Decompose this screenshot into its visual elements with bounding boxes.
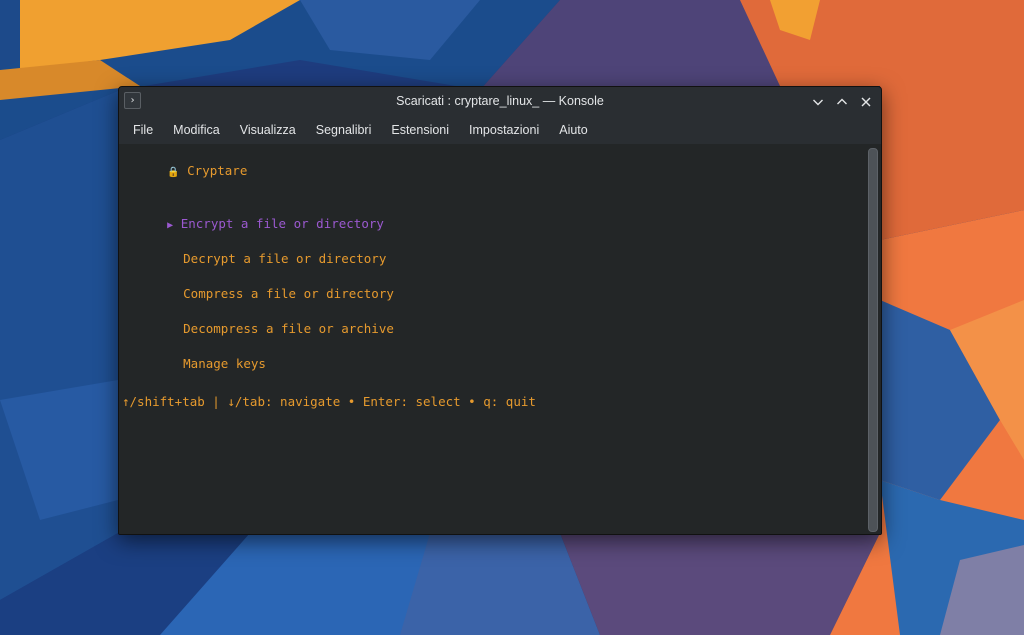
menu-aiuto[interactable]: Aiuto <box>549 116 598 144</box>
konsole-app-icon[interactable]: › <box>124 92 141 109</box>
scrollbar-thumb[interactable] <box>868 148 878 532</box>
maximize-button[interactable] <box>831 91 853 113</box>
menu-impostazioni[interactable]: Impostazioni <box>459 116 549 144</box>
menu-modifica[interactable]: Modifica <box>163 116 230 144</box>
menu-segnalibri[interactable]: Segnalibri <box>306 116 382 144</box>
window-title: Scaricati : cryptare_linux_ — Konsole <box>396 94 604 108</box>
option-label: Compress a file or directory <box>183 286 394 301</box>
menu-option-manage-keys[interactable]: Manage keys <box>138 341 266 386</box>
help-text: ↑/shift+tab | ↓/tab: navigate • Enter: s… <box>122 394 536 409</box>
menu-bar: File Modifica Visualizza Segnalibri Este… <box>119 116 881 144</box>
option-label: Decompress a file or archive <box>183 321 394 336</box>
option-label: Encrypt a file or directory <box>180 216 384 231</box>
title-bar[interactable]: › Scaricati : cryptare_linux_ — Konsole <box>119 87 881 116</box>
option-label: Decrypt a file or directory <box>183 251 387 266</box>
menu-visualizza[interactable]: Visualizza <box>230 116 306 144</box>
app-header: 🔒 Cryptare <box>122 148 247 193</box>
konsole-window: › Scaricati : cryptare_linux_ — Konsole … <box>118 86 882 535</box>
chevron-down-icon <box>813 99 823 106</box>
minimize-button[interactable] <box>807 91 829 113</box>
window-controls <box>807 91 877 113</box>
option-label: Manage keys <box>183 356 266 371</box>
menu-estensioni[interactable]: Estensioni <box>381 116 459 144</box>
close-icon <box>861 97 871 107</box>
close-button[interactable] <box>855 91 877 113</box>
chevron-up-icon <box>837 98 847 105</box>
menu-file[interactable]: File <box>123 116 163 144</box>
lock-icon: 🔒 <box>167 167 180 178</box>
vertical-scrollbar[interactable] <box>864 144 881 534</box>
app-header-title: Cryptare <box>187 163 248 178</box>
terminal-area[interactable]: 🔒 Cryptare ▶ Encrypt a file or directory… <box>119 144 864 534</box>
